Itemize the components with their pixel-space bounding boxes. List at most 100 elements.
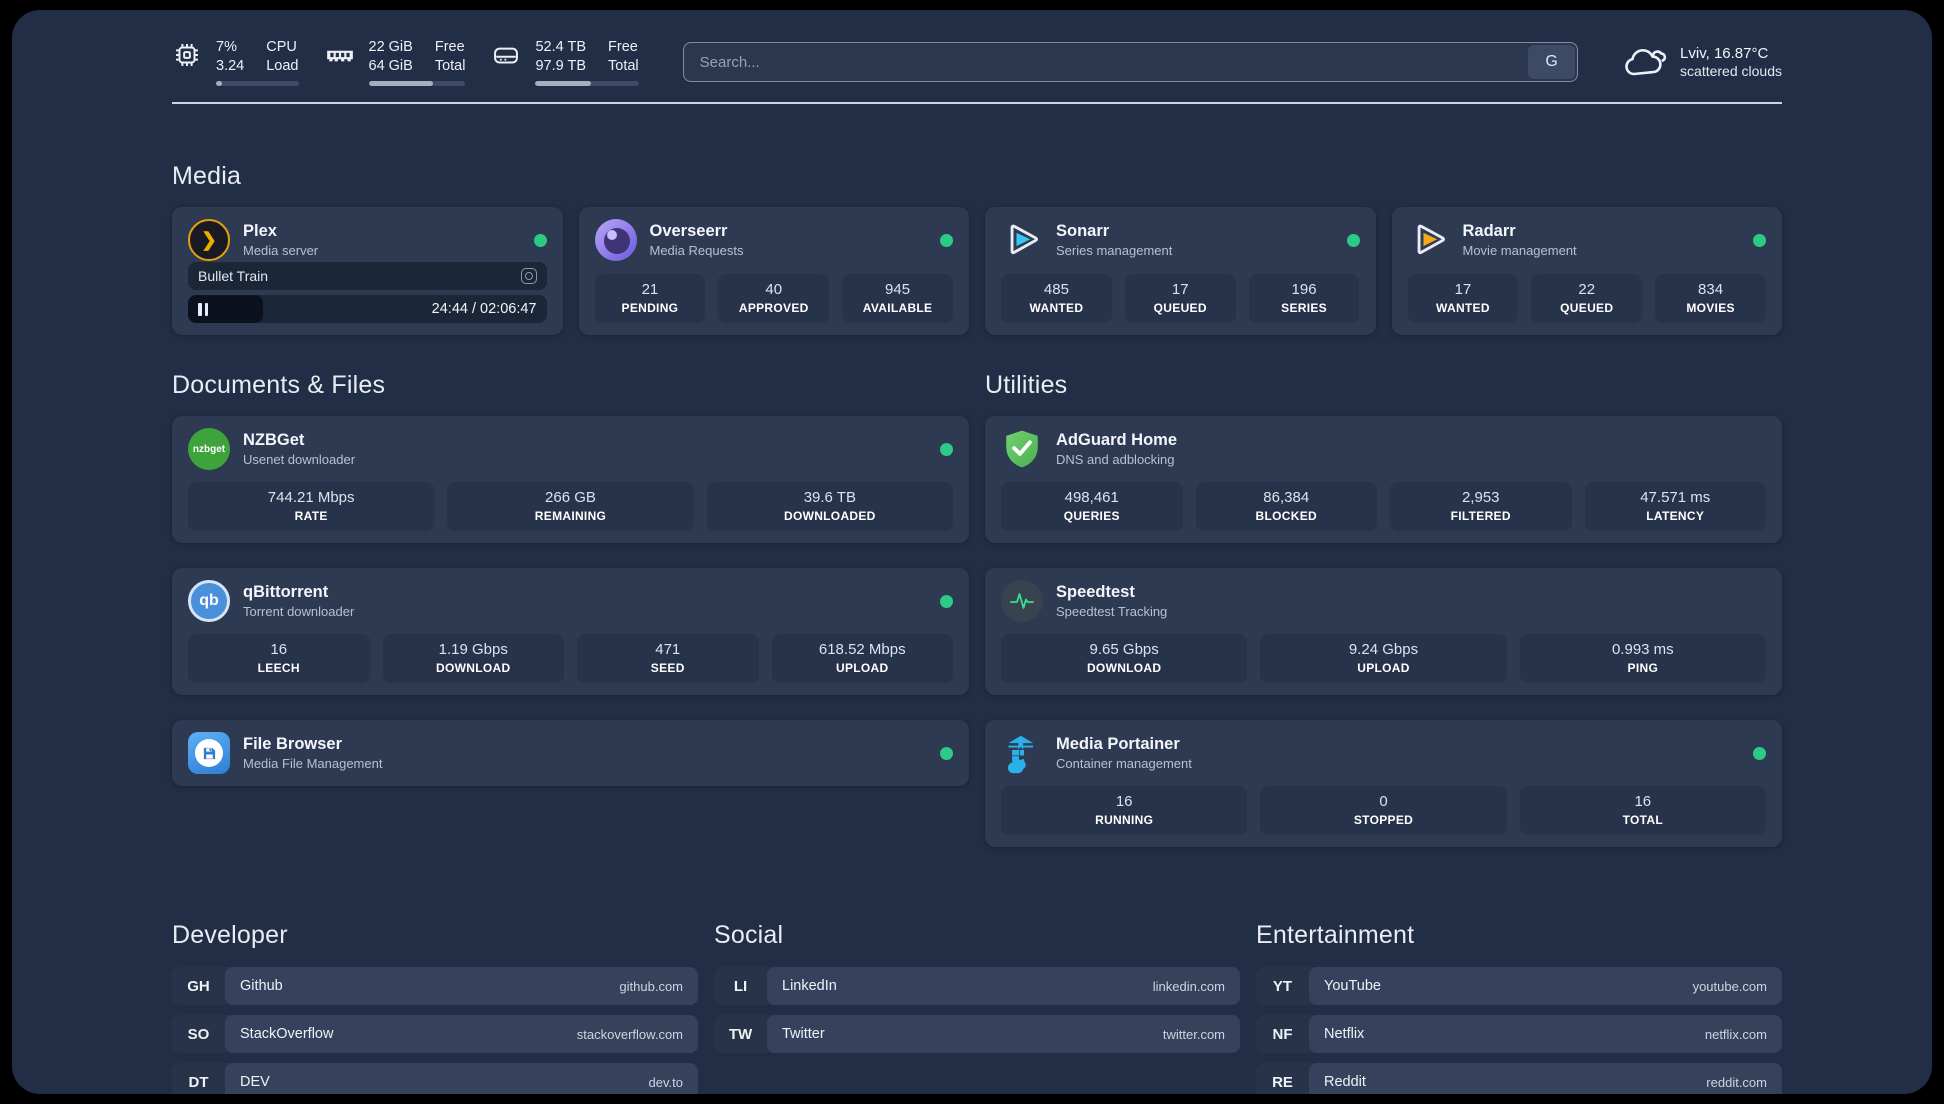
disk-stat-widget: 52.4 TB 97.9 TB Free Total: [491, 38, 639, 87]
app-description: Torrent downloader: [243, 604, 355, 620]
cpu-load-value: 3.24: [216, 58, 245, 75]
disk-total-value: 97.9 TB: [535, 58, 587, 75]
ram-progress-bar: [368, 81, 466, 87]
nzbget-icon: nzbget: [188, 428, 230, 471]
plex-icon: ❯: [188, 219, 230, 262]
bookmark-url: linkedin.com: [1152, 978, 1225, 994]
stat-latency: 47.571 ms LATENCY: [1584, 482, 1766, 532]
cloud-icon: [1625, 49, 1667, 76]
weather-condition: scattered clouds: [1680, 63, 1782, 80]
app-description: Series management: [1056, 243, 1173, 259]
bookmark-name: Github: [240, 978, 283, 995]
app-card-adguard[interactable]: AdGuard Home DNS and adblocking 498,461 Q…: [985, 416, 1782, 544]
stat-movies: 834 MOVIES: [1655, 274, 1766, 324]
app-name: NZBGet: [243, 431, 305, 450]
stat-pending: 21 PENDING: [594, 274, 706, 324]
speedtest-icon: [1001, 580, 1043, 623]
app-card-radarr[interactable]: Radarr Movie management 17 WANTED 22 QUEUE…: [1391, 207, 1782, 336]
stat-download: 9.65 Gbps DOWNLOAD: [1001, 634, 1248, 684]
app-description: Media server: [243, 243, 319, 259]
app-name: Sonarr: [1056, 222, 1110, 241]
bookmark-abbr: SO: [187, 1025, 210, 1043]
sonarr-icon: [1001, 219, 1043, 261]
stat-wanted: 17 WANTED: [1407, 274, 1519, 324]
stat-upload: 618.52 Mbps UPLOAD: [771, 634, 953, 684]
bookmark-linkedin[interactable]: LI LinkedIn linkedin.com: [714, 967, 1240, 1006]
adguard-icon: [1001, 428, 1043, 470]
playback-time: 24:44 / 02:06:47: [431, 301, 537, 318]
stat-stopped: 0 STOPPED: [1260, 786, 1507, 836]
stat-total: 16 TOTAL: [1519, 786, 1766, 836]
status-online-dot: [533, 233, 547, 247]
ram-icon: [326, 50, 353, 62]
app-card-portainer[interactable]: Media Portainer Container management 16 R…: [985, 720, 1782, 848]
bookmark-name: Reddit: [1324, 1074, 1366, 1091]
app-card-speedtest[interactable]: Speedtest Speedtest Tracking 9.65 Gbps DO…: [985, 568, 1782, 696]
app-card-filebrowser[interactable]: File Browser Media File Management: [172, 720, 969, 787]
bookmark-dev[interactable]: DT DEV dev.to: [172, 1063, 698, 1094]
section-title-social: Social: [714, 921, 784, 950]
bookmark-netflix[interactable]: NF Netflix netflix.com: [1256, 1015, 1782, 1054]
bookmark-name: StackOverflow: [240, 1026, 334, 1043]
bookmark-url: netflix.com: [1704, 1026, 1767, 1042]
player-progress-bar[interactable]: 24:44 / 02:06:47: [188, 295, 547, 324]
filebrowser-icon: [188, 732, 230, 775]
stat-leech: 16 LEECH: [188, 634, 370, 684]
ram-total-value: 64 GiB: [368, 58, 413, 75]
bookmark-url: stackoverflow.com: [576, 1026, 683, 1042]
bookmark-youtube[interactable]: YT YouTube youtube.com: [1256, 967, 1782, 1006]
weather-widget: Lviv, 16.87°C scattered clouds: [1622, 42, 1782, 82]
bookmark-twitter[interactable]: TW Twitter twitter.com: [714, 1015, 1240, 1054]
header: 7% 3.24 CPU Load 22 GiB 64 GiB Free Tota…: [172, 10, 1782, 87]
status-online-dot: [1753, 746, 1766, 760]
stat-blocked: 86,384 BLOCKED: [1195, 482, 1377, 532]
bookmark-abbr: DT: [188, 1073, 209, 1091]
search-bar: G: [682, 42, 1579, 83]
app-card-nzbget[interactable]: nzbget NZBGet Usenet downloader 744.21 M…: [172, 416, 969, 544]
status-online-dot: [940, 746, 953, 760]
stat-available: 945 AVAILABLE: [842, 274, 953, 324]
section-title-media: Media: [172, 162, 242, 191]
stat-seed: 471 SEED: [577, 634, 759, 684]
ram-free-value: 22 GiB: [368, 39, 413, 55]
bookmark-abbr: RE: [1272, 1073, 1293, 1091]
app-card-overseerr[interactable]: Overseerr Media Requests 21 PENDING 40 APP…: [578, 207, 969, 336]
section-title-documents: Documents & Files: [172, 371, 386, 400]
app-card-plex[interactable]: ❯ Plex Media server Bullet Train 24:44 /…: [172, 207, 563, 336]
bookmark-url: youtube.com: [1692, 978, 1767, 994]
bookmark-abbr: GH: [187, 977, 210, 995]
bookmark-github[interactable]: GH Github github.com: [172, 967, 698, 1006]
ram-total-label: Total: [434, 58, 466, 75]
app-name: File Browser: [243, 735, 343, 754]
app-name: Overseerr: [649, 222, 728, 241]
bookmark-url: twitter.com: [1162, 1026, 1225, 1042]
stat-remaining: 266 GB REMAINING: [447, 482, 694, 532]
stat-queued: 17 QUEUED: [1124, 274, 1236, 324]
app-name: Plex: [243, 222, 277, 241]
bookmark-url: dev.to: [648, 1074, 683, 1090]
search-provider-button[interactable]: G: [1528, 45, 1576, 80]
bookmark-reddit[interactable]: RE Reddit reddit.com: [1256, 1063, 1782, 1094]
app-card-sonarr[interactable]: Sonarr Series management 485 WANTED 17 QUE…: [985, 207, 1376, 336]
status-online-dot: [940, 594, 953, 608]
bookmark-url: reddit.com: [1706, 1074, 1767, 1090]
bookmark-url: github.com: [619, 978, 683, 994]
cpu-stat-widget: 7% 3.24 CPU Load: [172, 38, 299, 87]
search-input[interactable]: [682, 42, 1579, 83]
app-description: Movie management: [1462, 243, 1577, 259]
disk-icon: [494, 47, 519, 64]
pause-icon[interactable]: [198, 302, 208, 316]
weather-location-temp: Lviv, 16.87°C: [1680, 45, 1769, 63]
app-card-qbittorrent[interactable]: qb qBittorrent Torrent downloader 16 LEEC…: [172, 568, 969, 696]
portainer-icon: [1001, 732, 1043, 774]
bookmark-name: Twitter: [782, 1026, 825, 1043]
bookmark-stackoverflow[interactable]: SO StackOverflow stackoverflow.com: [172, 1015, 698, 1054]
stat-approved: 40 APPROVED: [718, 274, 830, 324]
stat-rate: 744.21 Mbps RATE: [188, 482, 435, 532]
player-settings-icon[interactable]: [520, 268, 537, 285]
ram-stat-widget: 22 GiB 64 GiB Free Total: [325, 38, 466, 87]
app-name: qBittorrent: [243, 583, 329, 602]
radarr-icon: [1408, 219, 1450, 261]
bookmark-name: Netflix: [1324, 1026, 1365, 1043]
bookmark-name: DEV: [240, 1074, 270, 1091]
